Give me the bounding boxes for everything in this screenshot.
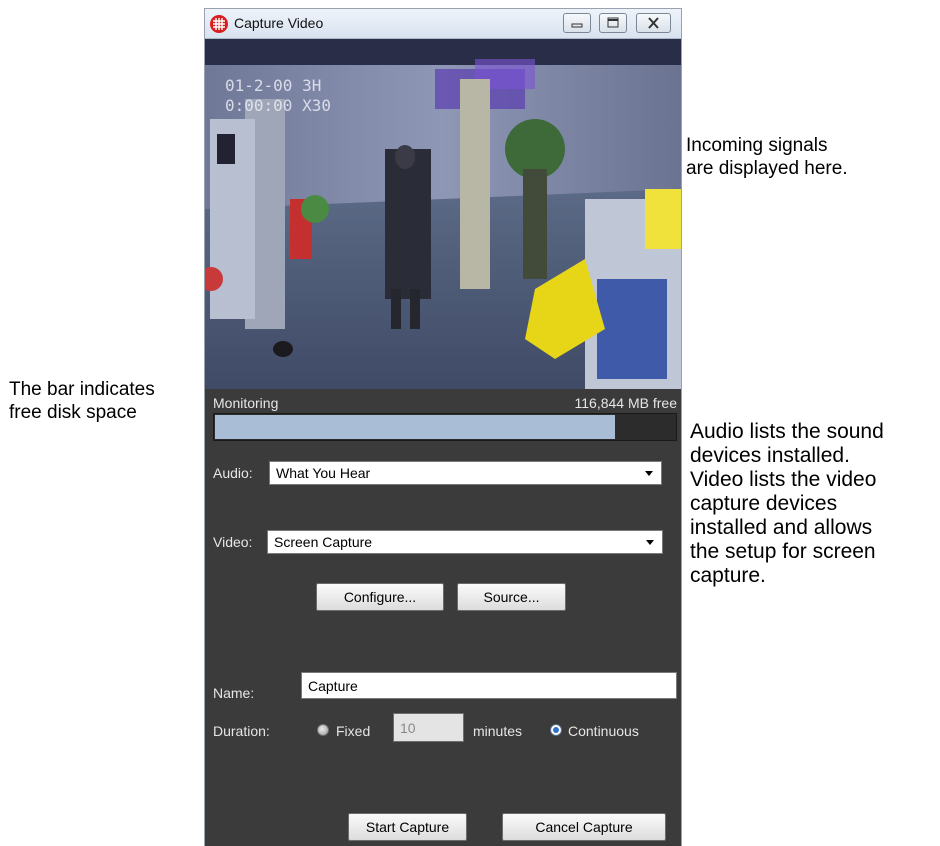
status-monitoring: Monitoring xyxy=(213,395,279,411)
name-input[interactable] xyxy=(301,672,677,699)
annotation-incoming-signals: Incoming signals are displayed here. xyxy=(686,135,848,179)
continuous-radio[interactable] xyxy=(550,724,562,736)
title-bar[interactable]: Capture Video xyxy=(205,9,681,39)
minutes-label: minutes xyxy=(473,723,523,739)
disk-space-bar xyxy=(213,413,677,441)
audio-label: Audio: xyxy=(213,465,253,481)
video-preview: 01-2-00 3H 0:00:00 X30 xyxy=(205,39,681,389)
minutes-input[interactable] xyxy=(393,713,464,742)
window-title: Capture Video xyxy=(234,15,324,31)
disk-space-bar-fill xyxy=(215,415,615,439)
annotation-audio-video: Audio lists the sound devices installed.… xyxy=(690,420,884,587)
camera-feed-image: 01-2-00 3H 0:00:00 X30 xyxy=(205,39,681,389)
name-label: Name: xyxy=(213,685,255,701)
duration-label: Duration: xyxy=(213,723,270,739)
fixed-label: Fixed xyxy=(336,723,371,739)
maximize-button[interactable] xyxy=(599,13,627,33)
minimize-icon xyxy=(571,23,583,28)
maximize-icon xyxy=(607,17,619,28)
audio-device-select[interactable]: What You Hear xyxy=(269,461,662,485)
fixed-radio[interactable] xyxy=(317,724,329,736)
start-capture-button[interactable]: Start Capture xyxy=(348,813,467,841)
app-logo-icon xyxy=(210,15,228,33)
video-device-select[interactable]: Screen Capture xyxy=(267,530,663,554)
cancel-capture-button[interactable]: Cancel Capture xyxy=(502,813,666,841)
source-button[interactable]: Source... xyxy=(457,583,566,611)
minimize-button[interactable] xyxy=(563,13,591,33)
disk-free-label: 116,844 MB free xyxy=(574,395,677,411)
video-device-value: Screen Capture xyxy=(274,534,373,550)
video-label: Video: xyxy=(213,534,253,550)
capture-video-window: Capture Video 01-2-00 3H 0:00:00 X30 Mon… xyxy=(205,9,681,846)
preview-overlay-line2: 0:00:00 X30 xyxy=(225,96,331,115)
chevron-down-icon xyxy=(646,540,654,545)
annotation-disk-space: The bar indicates free disk space xyxy=(9,379,155,423)
configure-button[interactable]: Configure... xyxy=(316,583,444,611)
audio-device-value: What You Hear xyxy=(276,465,371,481)
close-icon xyxy=(648,17,659,29)
close-button[interactable] xyxy=(636,13,671,33)
chevron-down-icon xyxy=(645,471,653,476)
continuous-label: Continuous xyxy=(568,723,639,739)
preview-overlay-line1: 01-2-00 3H xyxy=(225,76,321,95)
